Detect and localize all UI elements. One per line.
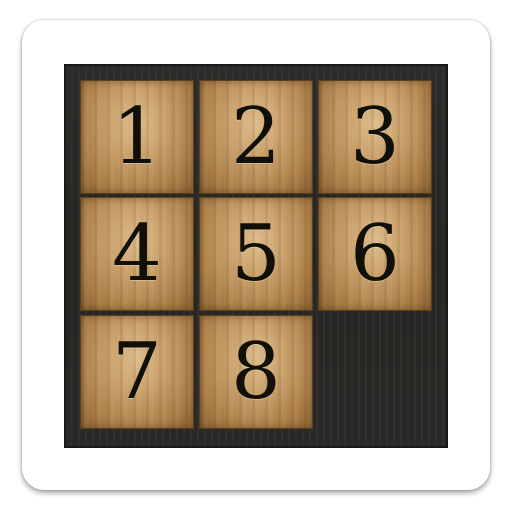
tile-label: 3	[350, 92, 400, 182]
tile-1[interactable]: 1	[80, 80, 194, 194]
puzzle-board: 1 2 3 4 5 6 7 8	[64, 64, 448, 448]
tile-label: 6	[350, 209, 400, 299]
tile-2[interactable]: 2	[199, 80, 313, 194]
tile-5[interactable]: 5	[199, 197, 313, 311]
empty-slot	[318, 315, 434, 431]
tile-label: 4	[112, 209, 162, 299]
tile-label: 5	[231, 209, 281, 299]
tile-3[interactable]: 3	[318, 80, 432, 194]
tile-4[interactable]: 4	[80, 197, 194, 311]
tile-8[interactable]: 8	[199, 315, 313, 429]
tile-6[interactable]: 6	[318, 197, 432, 311]
tile-label: 1	[112, 92, 162, 182]
tile-label: 8	[231, 327, 281, 417]
tile-7[interactable]: 7	[80, 315, 194, 429]
tile-label: 7	[112, 327, 162, 417]
tile-label: 2	[231, 92, 281, 182]
